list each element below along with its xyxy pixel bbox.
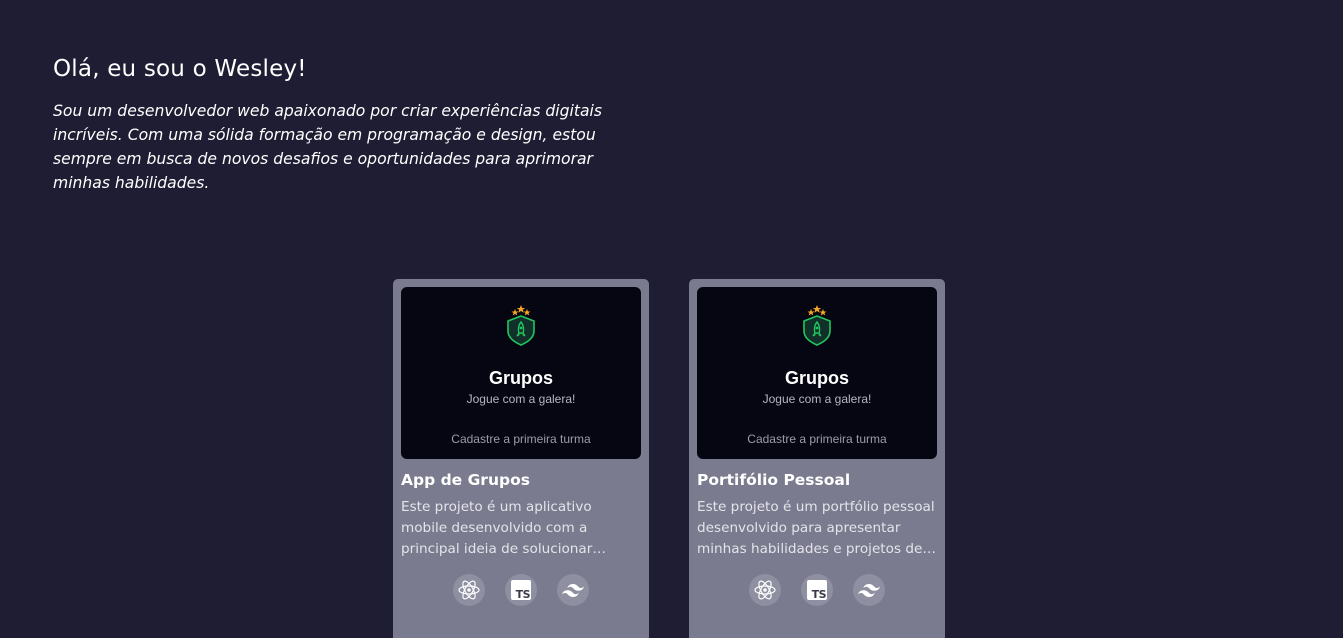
react-icon bbox=[749, 574, 781, 606]
project-card[interactable]: Grupos Jogue com a galera! Cadastre a pr… bbox=[689, 279, 945, 638]
shield-logo-icon bbox=[507, 305, 535, 346]
react-icon bbox=[453, 574, 485, 606]
intro-description: Sou um desenvolvedor web apaixonado por … bbox=[53, 102, 602, 192]
preview-subtitle: Jogue com a galera! bbox=[466, 392, 576, 406]
project-description: Este projeto é um aplicativo mobile dese… bbox=[401, 499, 593, 557]
tailwind-icon bbox=[853, 574, 885, 606]
greeting-heading: Olá, eu sou o Wesley! bbox=[53, 56, 307, 82]
typescript-icon: TS bbox=[801, 574, 833, 606]
preview-empty-text: Cadastre a primeira turma bbox=[747, 432, 887, 446]
project-card[interactable]: Grupos Jogue com a galera! Cadastre a pr… bbox=[393, 279, 649, 638]
project-title: App de Grupos bbox=[401, 471, 530, 489]
typescript-icon: TS bbox=[505, 574, 537, 606]
project-preview-image: Grupos Jogue com a galera! Cadastre a pr… bbox=[401, 287, 641, 459]
preview-title: Grupos bbox=[784, 368, 849, 388]
project-title: Portifólio Pessoal bbox=[697, 471, 851, 489]
projects-list: Grupos Jogue com a galera! Cadastre a pr… bbox=[393, 279, 945, 638]
project-description: Este projeto é um portfólio pessoal dese… bbox=[697, 499, 935, 557]
tailwind-icon bbox=[557, 574, 589, 606]
preview-title: Grupos bbox=[488, 368, 553, 388]
preview-empty-text: Cadastre a primeira turma bbox=[451, 432, 591, 446]
preview-subtitle: Jogue com a galera! bbox=[762, 392, 872, 406]
intro-section: Olá, eu sou o Wesley! Sou um desenvolved… bbox=[53, 56, 613, 195]
tech-list: TS bbox=[401, 574, 641, 606]
tech-list: TS bbox=[697, 574, 937, 606]
project-preview-image: Grupos Jogue com a galera! Cadastre a pr… bbox=[697, 287, 937, 459]
shield-logo-icon bbox=[803, 305, 831, 346]
